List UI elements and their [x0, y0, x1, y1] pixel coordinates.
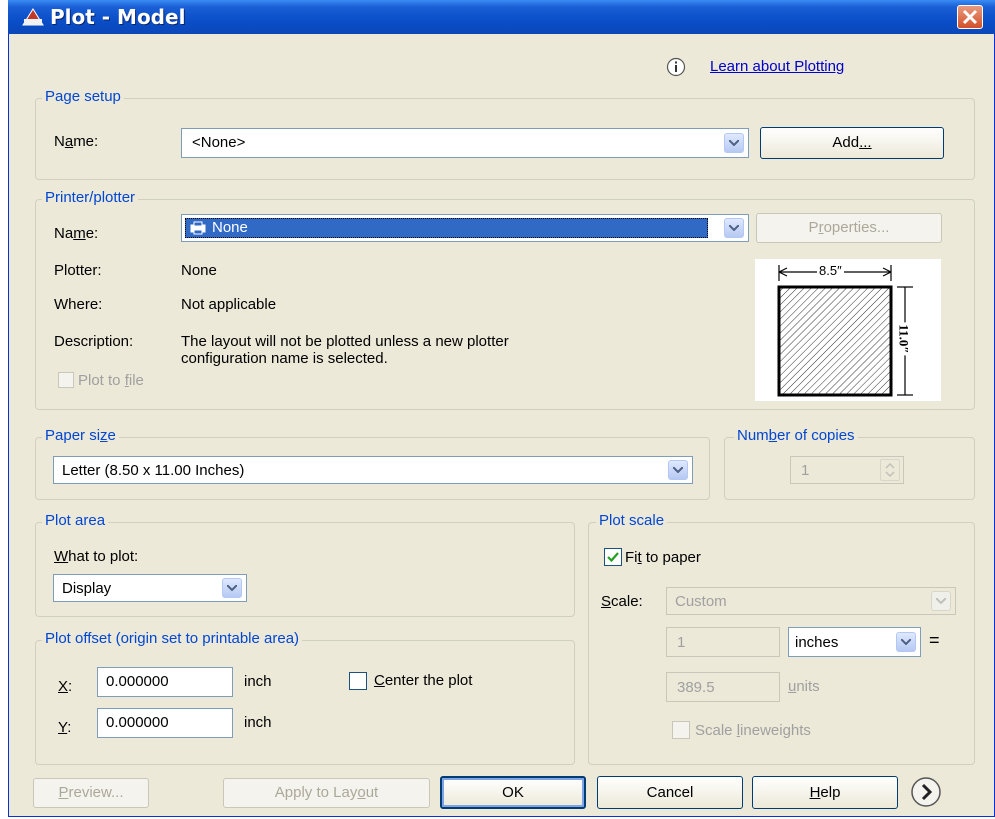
scale-value1-input[interactable]: 1 — [666, 627, 780, 657]
description-label: Description: — [54, 333, 134, 350]
chevron-down-icon[interactable] — [668, 460, 688, 480]
chevron-right-circle-icon — [911, 777, 941, 807]
offset-y-unit: inch — [244, 714, 272, 731]
apply-to-layout-button[interactable]: Apply to Layout — [223, 778, 430, 808]
plotter-label: Plotter: — [54, 262, 102, 279]
help-button[interactable]: Help — [752, 776, 898, 809]
scale-unit-select[interactable]: inches — [788, 627, 921, 657]
offset-y-value: 0.000000 — [106, 714, 169, 731]
preview-height-label: 11.0″ — [895, 322, 912, 356]
more-options-button[interactable] — [910, 776, 942, 808]
what-to-plot-select[interactable]: Display — [53, 574, 247, 602]
printer-name-label: Name: — [54, 225, 99, 242]
paper-size-select[interactable]: Letter (8.50 x 11.00 Inches) — [53, 456, 693, 484]
close-button[interactable] — [957, 5, 983, 29]
offset-x-label: X: — [58, 678, 73, 695]
spin-arrows-icon — [885, 462, 895, 478]
plot-offset-legend: Plot offset (origin set to printable are… — [42, 630, 303, 647]
add-button[interactable]: Add... — [760, 127, 944, 159]
equals-sign: = — [929, 630, 940, 650]
plot-offset-group — [35, 640, 575, 765]
what-to-plot-value: Display — [62, 580, 112, 597]
autocad-app-icon — [22, 8, 44, 26]
scale-value: Custom — [675, 593, 727, 610]
paper-preview-diagram — [777, 265, 913, 397]
where-value: Not applicable — [181, 296, 277, 313]
close-icon — [962, 9, 978, 25]
offset-x-input[interactable]: 0.000000 — [97, 667, 233, 697]
chevron-down-icon[interactable] — [896, 632, 916, 652]
scale-value1: 1 — [677, 634, 686, 651]
center-the-plot-label: Center the plot — [374, 672, 473, 689]
center-the-plot-checkbox[interactable] — [349, 672, 367, 690]
chevron-down-icon[interactable] — [724, 133, 744, 153]
units-label: units — [788, 678, 820, 695]
plot-scale-legend: Plot scale — [596, 512, 668, 529]
printer-name-value: None — [212, 219, 248, 236]
page-setup-name-select[interactable]: <None> — [181, 128, 749, 158]
what-to-plot-label: What to plot: — [54, 548, 139, 565]
checkmark-icon — [607, 552, 619, 563]
offset-y-input[interactable]: 0.000000 — [97, 708, 233, 738]
preview-button[interactable]: Preview... — [33, 778, 149, 808]
offset-x-unit: inch — [244, 673, 272, 690]
scale-select[interactable]: Custom — [666, 587, 956, 615]
printer-name-selection — [185, 218, 708, 238]
scale-label: Scale: — [601, 593, 643, 610]
copies-value: 1 — [801, 462, 810, 479]
plot-area-group — [35, 522, 575, 617]
printer-name-select[interactable]: None — [181, 214, 749, 242]
info-icon — [666, 57, 686, 77]
paper-size-value: Letter (8.50 x 11.00 Inches) — [62, 462, 245, 479]
scale-lineweights-label: Scale lineweights — [695, 722, 811, 739]
page-setup-name-label: Name: — [54, 133, 99, 150]
scale-value2-input[interactable]: 389.5 — [666, 672, 780, 702]
copies-spin-buttons[interactable] — [880, 459, 900, 481]
paper-preview: 8.5″ 11.0″ — [755, 259, 941, 401]
copies-spinner[interactable]: 1 — [790, 456, 904, 484]
chevron-down-icon[interactable] — [931, 591, 951, 611]
scale-lineweights-checkbox[interactable] — [672, 721, 690, 739]
plotter-value: None — [181, 262, 217, 279]
plot-to-file-label: Plot to file — [78, 372, 144, 389]
plot-area-legend: Plot area — [42, 512, 109, 529]
offset-y-label: Y: — [58, 719, 72, 736]
fit-to-paper-label: Fit to paper — [625, 549, 701, 566]
preview-width-label: 8.5″ — [817, 263, 844, 278]
window-title: Plot - Model — [50, 5, 186, 29]
properties-button[interactable]: Properties... — [756, 213, 942, 243]
printer-plotter-legend: Printer/plotter — [42, 189, 139, 206]
where-label: Where: — [54, 296, 103, 313]
description-line-1: The layout will not be plotted unless a … — [181, 333, 509, 350]
offset-x-value: 0.000000 — [106, 673, 169, 690]
page-setup-name-value: <None> — [192, 134, 246, 151]
scale-value2: 389.5 — [677, 679, 715, 696]
cancel-button[interactable]: Cancel — [597, 776, 743, 809]
chevron-down-icon[interactable] — [724, 218, 744, 238]
paper-size-legend: Paper size — [42, 427, 119, 444]
chevron-down-icon[interactable] — [222, 578, 242, 598]
number-of-copies-legend: Number of copies — [734, 427, 858, 444]
printer-icon — [190, 221, 206, 235]
scale-unit-value: inches — [795, 634, 839, 651]
fit-to-paper-checkbox[interactable] — [604, 548, 622, 566]
ok-button[interactable]: OK — [440, 776, 586, 809]
plot-to-file-checkbox[interactable] — [58, 372, 74, 388]
page-setup-legend: Page setup — [42, 88, 124, 105]
description-line-2: configuration name is selected. — [181, 350, 388, 367]
learn-about-plotting-link[interactable]: Learn about Plotting — [710, 58, 844, 75]
